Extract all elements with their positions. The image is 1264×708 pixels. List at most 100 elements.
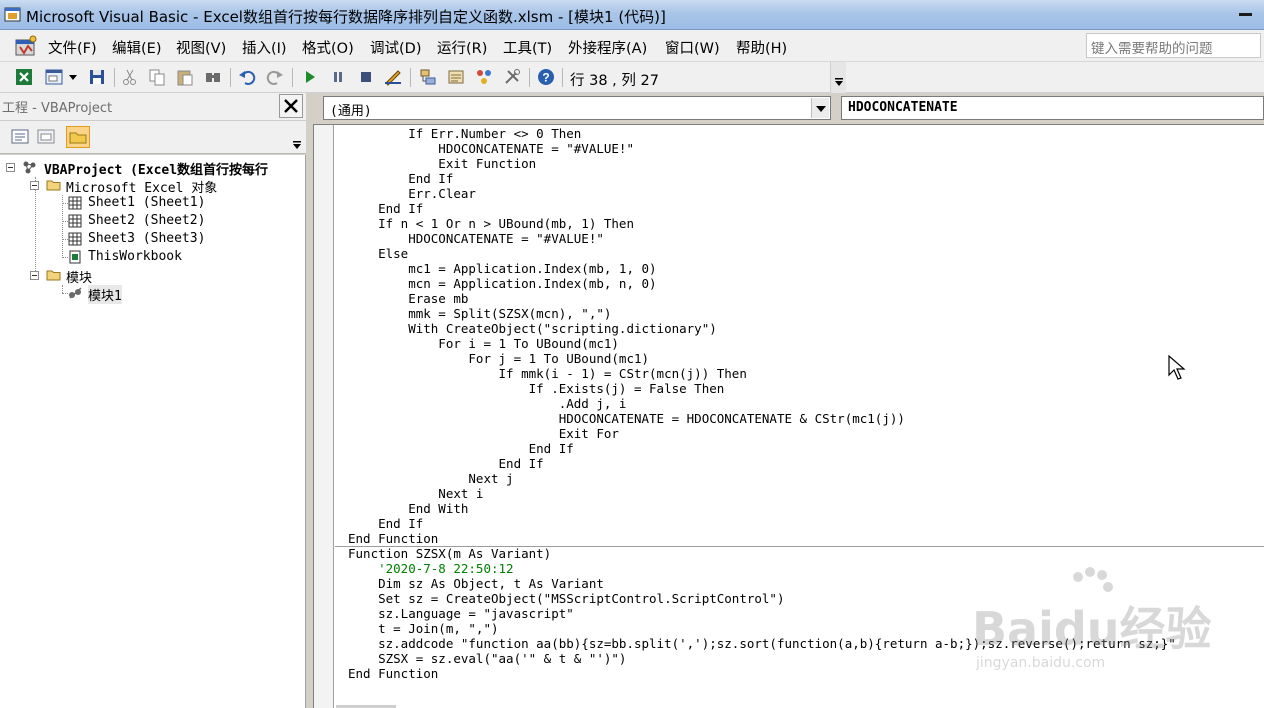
code-line[interactable]: Err.Clear [348, 186, 476, 201]
worksheet-icon [68, 214, 82, 228]
tree-item-vbaproject[interactable]: VBAProject (Excel数组首行按每行 [44, 159, 268, 178]
code-line[interactable]: End Function [348, 531, 438, 546]
window-title: Microsoft Visual Basic - Excel数组首行按每行数据降… [26, 8, 666, 26]
code-line[interactable]: Else [348, 246, 408, 261]
collapse-toggle[interactable] [30, 271, 39, 280]
code-line[interactable]: mcn = Application.Index(mb, n, 0) [348, 276, 656, 291]
code-line[interactable]: HDOCONCATENATE = HDOCONCATENATE & CStr(m… [348, 411, 905, 426]
paste-icon[interactable] [175, 67, 195, 87]
toolbar-options-button[interactable] [830, 62, 846, 93]
code-line[interactable]: mmk = Split(SZSX(mcn), ",") [348, 306, 611, 321]
code-line[interactable]: .Add j, i [348, 396, 627, 411]
cut-icon[interactable] [120, 67, 140, 87]
code-line[interactable]: With CreateObject("scripting.dictionary"… [348, 321, 717, 336]
menu-format[interactable]: 格式(O) [302, 37, 354, 58]
help-icon[interactable]: ? [536, 67, 556, 87]
menu-edit[interactable]: 编辑(E) [112, 37, 161, 58]
find-icon[interactable] [203, 67, 223, 87]
code-line[interactable]: If .Exists(j) = False Then [348, 381, 725, 396]
code-line[interactable]: t = Join(m, ",") [348, 621, 498, 636]
tree-item-thisworkbook[interactable]: ThisWorkbook [88, 249, 182, 264]
code-line[interactable]: Erase mb [348, 291, 468, 306]
tree-item-module1[interactable]: 模块1 [88, 285, 122, 304]
mouse-pointer-icon [1168, 355, 1186, 380]
folder-icon [46, 180, 61, 191]
run-icon[interactable] [300, 67, 320, 87]
redo-icon[interactable] [265, 67, 285, 87]
menu-addins[interactable]: 外接程序(A) [568, 37, 647, 58]
code-line[interactable]: For i = 1 To UBound(mc1) [348, 336, 619, 351]
worksheet-icon [68, 196, 82, 210]
margin-indicator-bar[interactable] [314, 125, 334, 708]
toolbar-separator [529, 68, 530, 87]
break-icon[interactable] [328, 67, 348, 87]
tree-item-sheet3[interactable]: Sheet3 (Sheet3) [88, 231, 205, 246]
reset-icon[interactable] [356, 67, 376, 87]
code-line[interactable]: End If [348, 441, 574, 456]
toggle-folders-button[interactable] [66, 126, 90, 148]
tree-item-sheet2[interactable]: Sheet2 (Sheet2) [88, 213, 205, 228]
code-line[interactable]: Exit For [348, 426, 619, 441]
code-line[interactable]: SZSX = sz.eval("aa('" & t & "')") [348, 651, 626, 666]
code-line[interactable]: End If [348, 456, 544, 471]
menu-debug[interactable]: 调试(D) [370, 37, 421, 58]
vb-system-menu-icon[interactable] [14, 34, 38, 58]
save-icon[interactable] [87, 67, 107, 87]
undo-icon[interactable] [237, 67, 257, 87]
code-line[interactable]: End With [348, 501, 468, 516]
view-code-icon[interactable] [8, 126, 32, 148]
toolbox-icon[interactable] [502, 67, 522, 87]
code-line[interactable]: HDOCONCATENATE = "#VALUE!" [348, 231, 604, 246]
code-line[interactable]: End Function [348, 666, 438, 681]
tree-item-excel-objects[interactable]: Microsoft Excel 对象 [66, 177, 217, 196]
code-line[interactable]: If n < 1 Or n > UBound(mb, 1) Then [348, 216, 634, 231]
insert-userform-icon[interactable] [44, 67, 64, 87]
code-line[interactable]: Next i [348, 486, 483, 501]
code-line[interactable]: For j = 1 To UBound(mc1) [348, 351, 649, 366]
folder-icon [46, 270, 61, 281]
menu-help[interactable]: 帮助(H) [736, 37, 787, 58]
code-line[interactable]: sz.Language = "javascript" [348, 606, 574, 621]
object-combo[interactable]: (通用) [323, 96, 831, 120]
title-bar[interactable]: Microsoft Visual Basic - Excel数组首行按每行数据降… [0, 0, 1264, 30]
chevron-down-icon[interactable] [811, 98, 829, 118]
collapse-toggle[interactable] [30, 181, 39, 190]
code-line[interactable]: '2020-7-8 22:50:12 [348, 561, 513, 576]
tree-item-sheet1[interactable]: Sheet1 (Sheet1) [88, 195, 205, 210]
view-object-icon[interactable] [34, 126, 58, 148]
menu-file[interactable]: 文件(F) [48, 37, 97, 58]
code-line[interactable]: Next j [348, 471, 513, 486]
properties-icon[interactable] [446, 67, 466, 87]
code-line[interactable]: End If [348, 201, 423, 216]
code-line[interactable]: End If [348, 171, 453, 186]
menu-insert[interactable]: 插入(I) [242, 37, 287, 58]
menu-tools[interactable]: 工具(T) [503, 37, 552, 58]
object-browser-icon[interactable] [474, 67, 494, 87]
code-line[interactable]: mc1 = Application.Index(mb, 1, 0) [348, 261, 656, 276]
design-mode-icon[interactable] [383, 67, 403, 87]
code-line[interactable]: End If [348, 516, 423, 531]
code-line[interactable]: HDOCONCATENATE = "#VALUE!" [348, 141, 634, 156]
collapse-toggle[interactable] [6, 163, 15, 172]
chevron-down-icon [835, 78, 843, 86]
minimize-button[interactable] [1232, 4, 1258, 26]
menu-view[interactable]: 视图(V) [176, 37, 226, 58]
project-explorer-close-button[interactable] [279, 94, 303, 118]
dropdown-arrow-icon[interactable] [66, 67, 80, 87]
excel-icon[interactable] [14, 67, 34, 87]
code-line[interactable]: Exit Function [348, 156, 536, 171]
menu-run[interactable]: 运行(R) [437, 37, 487, 58]
menu-window[interactable]: 窗口(W) [665, 37, 720, 58]
code-line[interactable]: Function SZSX(m As Variant) [348, 546, 551, 561]
chevron-down-icon[interactable] [292, 141, 302, 151]
tree-item-modules[interactable]: 模块 [66, 267, 92, 286]
code-line[interactable]: Dim sz As Object, t As Variant [348, 576, 604, 591]
code-line[interactable]: If mmk(i - 1) = CStr(mcn(j)) Then [348, 366, 747, 381]
help-search-input[interactable]: 键入需要帮助的问题 [1086, 33, 1261, 58]
project-explorer-icon[interactable] [418, 67, 438, 87]
code-line[interactable]: If Err.Number <> 0 Then [348, 126, 581, 141]
vbe-app-icon[interactable] [4, 5, 22, 23]
copy-icon[interactable] [147, 67, 167, 87]
code-line[interactable]: Set sz = CreateObject("MSScriptControl.S… [348, 591, 784, 606]
procedure-combo[interactable]: HDOCONCATENATE [841, 96, 1264, 120]
